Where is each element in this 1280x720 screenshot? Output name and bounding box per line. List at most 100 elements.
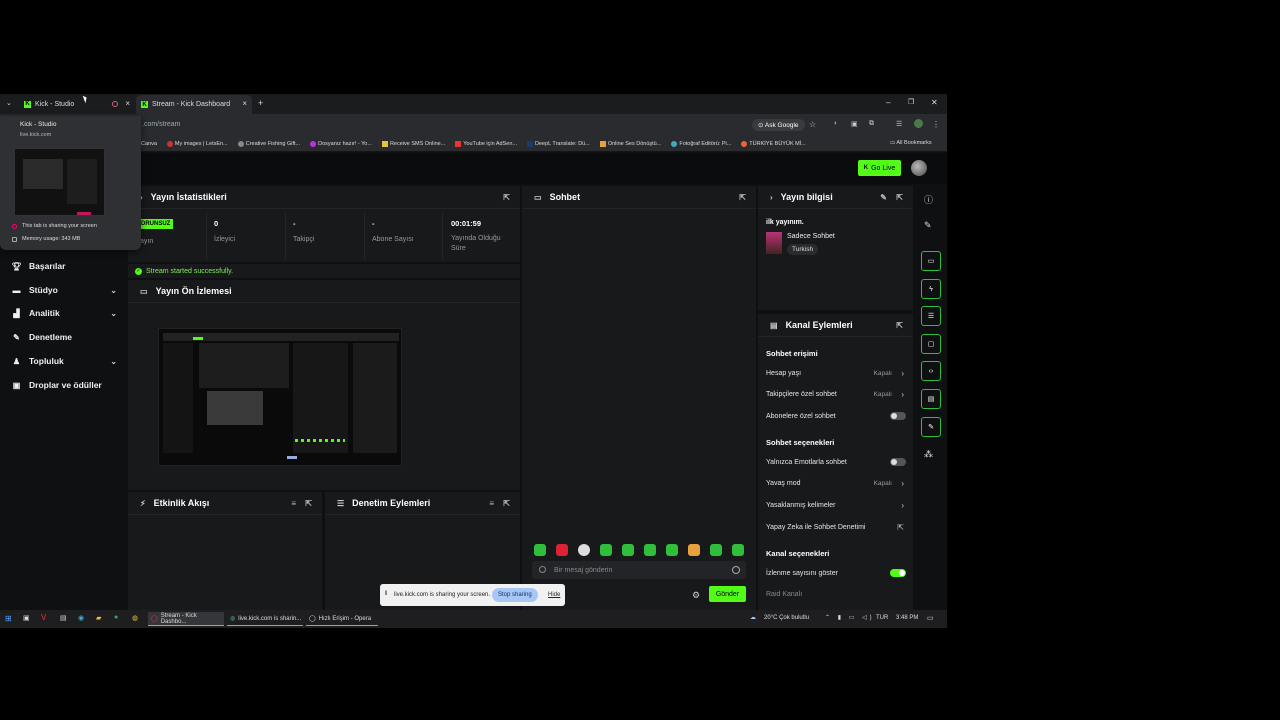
extension-icon[interactable]: ◐ [834,120,838,127]
close-icon[interactable]: × [125,99,130,108]
rail-button-moderation[interactable]: ✎ [921,417,941,437]
ask-google-button[interactable]: ⊙ Ask Google [752,119,805,131]
gear-icon[interactable]: ⚙ [692,590,700,601]
tab-kick-studio[interactable]: K Kick - Studio × [20,94,134,114]
weather-text[interactable]: 20°C Çok bulutlu [764,615,809,621]
taskbar-app-dashboard[interactable]: ◯ Stream - Kick Dashbo... [148,612,224,626]
puzzle-icon[interactable]: ⧉ [869,120,874,128]
sidebar-item-droplar[interactable]: ▣ Droplar ve ödüller [12,380,117,390]
emote-icon[interactable] [710,544,722,556]
emote-icon[interactable] [600,544,612,556]
emotes-only-toggle[interactable] [890,458,906,466]
account-age-row[interactable]: Hesap yaşı Kapalı › [766,369,906,378]
raid-row[interactable]: Raid Kanalı [766,591,906,598]
banned-words-row[interactable]: Yasaklanmış kelimeler › [766,501,906,510]
bookmark-item[interactable]: Canva [141,141,157,147]
rail-button-activity[interactable]: ϟ [921,279,941,299]
taskbar-app-sharing[interactable]: ◍ live.kick.com is sharin... [227,612,303,626]
close-icon[interactable]: × [242,99,247,108]
emote-icon[interactable] [666,544,678,556]
menu-icon[interactable]: ⋮ [932,120,940,129]
pencil-icon[interactable]: ✎ [924,220,932,231]
subs-only-toggle[interactable] [890,412,906,420]
bookmark-item[interactable]: My images | LetsEn... [166,141,228,147]
taskbar-app-opera[interactable]: ◯ Hızlı Erişim - Opera [306,612,378,626]
all-bookmarks[interactable]: ▭ All Bookmarks [890,140,932,146]
rail-button-preview[interactable]: ▭ [921,251,941,271]
stop-sharing-button[interactable]: Stop sharing [492,588,538,602]
bookmark-item[interactable]: Receive SMS Online... [381,141,445,147]
chat-input[interactable]: Bir mesaj gönderin [532,561,746,579]
ai-moderation-row[interactable]: Yapay Zeka ile Sohbet Denetimi ⇱ [766,523,906,532]
emote-icon[interactable] [578,544,590,556]
star-icon[interactable]: ☆ [809,120,816,129]
profile-icon[interactable] [914,119,923,128]
filter-icon[interactable]: ≡ [291,499,296,508]
bookmark-item[interactable]: TÜRKİYE BÜYÜK Mİ... [741,141,806,147]
bookmark-item[interactable]: DeepL Translate: Dü... [526,141,590,147]
spotify-icon[interactable]: ● [114,614,118,621]
media-icon[interactable]: ☰ [896,120,902,128]
stream-preview-video[interactable] [158,328,402,466]
followers-only-row[interactable]: Takipçilere özel sohbet Kapalı › [766,390,906,399]
notification-icon[interactable]: ▭ [927,614,934,622]
windows-start-icon[interactable]: ⊞ [5,614,12,623]
bookmark-item[interactable]: Online Ses Dönüştü... [599,141,661,147]
filter-icon[interactable]: ≡ [489,499,494,508]
folder-icon[interactable]: ▰ [96,614,101,622]
emote-icon[interactable] [534,544,546,556]
edit-icon[interactable]: ✎ [880,193,887,202]
bookmark-item[interactable]: Fotoğraf Editörü: Pi... [671,141,731,147]
rail-button-chat[interactable]: ▢ [921,334,941,354]
sidebar-item-studyo[interactable]: ▬ Stüdyo ⌄ [12,285,118,295]
sidebar-item-analitik[interactable]: ▟ Analitik ⌄ [12,308,117,318]
popout-icon[interactable]: ⇱ [503,193,510,202]
language-indicator[interactable]: TUR [876,615,888,621]
sidebar-item-topluluk[interactable]: ♟ Topluluk ⌄ [12,356,117,366]
rail-button-actions[interactable]: ▤ [921,389,941,409]
rail-button-embed[interactable]: ‹› [921,361,941,381]
popout-icon[interactable]: ⇱ [739,193,746,202]
emote-icon[interactable] [732,544,744,556]
info-icon[interactable]: ⓘ [924,193,933,206]
app-icon[interactable]: ▤ [60,614,67,622]
popout-icon[interactable]: ⇱ [305,499,312,508]
avatar[interactable] [911,160,927,176]
hide-button[interactable]: Hide [548,592,560,598]
task-view-icon[interactable]: ▣ [23,614,30,622]
add-widget-icon[interactable]: ⁂ [924,449,933,460]
window-close-icon[interactable]: ✕ [931,98,938,107]
sidebar-item-denetleme[interactable]: ✎ Denetleme [12,332,117,342]
stream-category[interactable]: Sadece Sohbet [787,233,835,240]
chrome-icon[interactable]: ◍ [132,614,138,622]
emote-icon[interactable] [644,544,656,556]
bookmark-item[interactable]: Dosyanız hazır! - Yo... [310,141,372,147]
edge-icon[interactable]: ◉ [78,614,84,622]
go-live-button[interactable]: K Go Live [858,160,901,176]
popout-icon[interactable]: ⇱ [503,499,510,508]
extension-icon[interactable]: ▣ [851,120,858,128]
tab-kick-dashboard[interactable]: K Stream - Kick Dashboard × [136,95,252,114]
popout-icon[interactable]: ⇱ [896,193,903,202]
emoji-icon[interactable] [732,566,740,574]
new-tab-icon[interactable]: + [258,98,263,108]
stat-followers: - Takipçi [285,212,364,260]
url-text[interactable]: .com/stream [142,121,181,128]
show-viewers-toggle[interactable] [890,569,906,577]
slow-mode-row[interactable]: Yavaş mod Kapalı › [766,479,906,488]
emote-icon[interactable] [688,544,700,556]
maximize-icon[interactable]: ❐ [908,98,914,106]
minimize-icon[interactable]: – [886,98,890,107]
tray-icons[interactable]: ⌃ ▮ ▭ ◁) [825,614,875,621]
emote-icon[interactable] [622,544,634,556]
vivaldi-icon[interactable]: V [41,613,46,622]
popout-icon[interactable]: ⇱ [896,321,903,330]
send-button[interactable]: Gönder [709,586,746,602]
emote-icon[interactable] [556,544,568,556]
tab-search-icon[interactable]: ⌄ [6,99,12,107]
clock[interactable]: 3:48 PM [896,615,918,621]
bookmark-item[interactable]: Creative Fishing Gift... [237,141,300,147]
bookmark-item[interactable]: YouTube için AdSen... [455,141,517,147]
sidebar-item-basarilar[interactable]: 🏆︎ Başarılar [11,261,117,271]
rail-button-modlog[interactable]: ☰ [921,306,941,326]
